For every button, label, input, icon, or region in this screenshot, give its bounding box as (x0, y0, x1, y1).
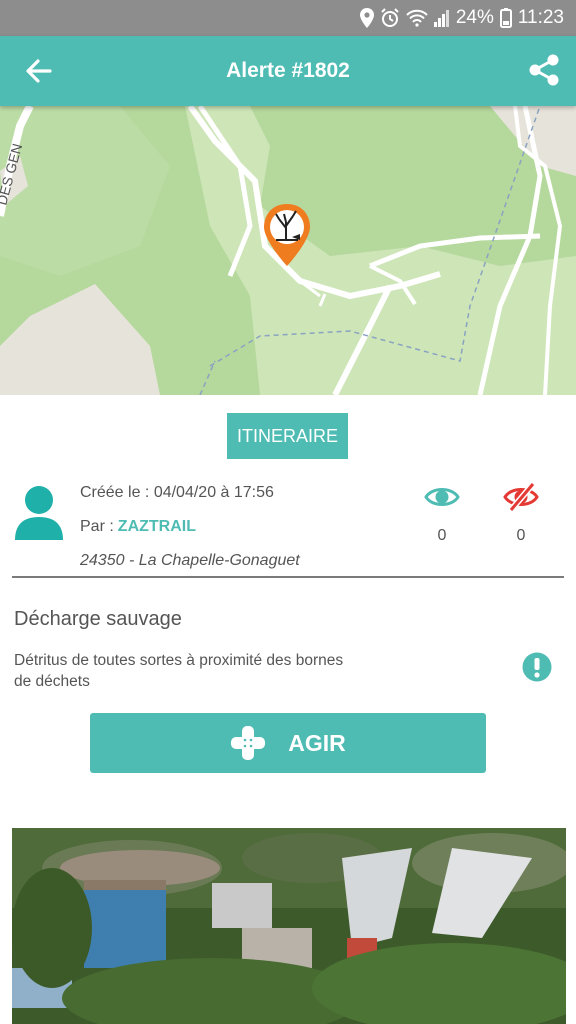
agir-label: AGIR (288, 729, 346, 756)
map-view[interactable]: DES GEN (0, 106, 576, 395)
status-bar: 24% 11:23 (0, 0, 576, 36)
alarm-icon (381, 8, 399, 27)
eye-off-icon[interactable] (503, 482, 539, 512)
arrow-left-icon[interactable] (22, 54, 56, 88)
author-name[interactable]: ZAZTRAIL (118, 518, 196, 536)
status-time: 11:23 (517, 7, 564, 28)
user-avatar-icon (15, 486, 63, 540)
created-date: Créée le : 04/04/20 à 17:56 (80, 484, 274, 501)
alert-meta: Créée le : 04/04/20 à 17:56 Par : ZAZTRA… (80, 476, 300, 578)
divider (12, 576, 564, 578)
alert-description: Détritus de toutes sortes à proximité de… (14, 652, 344, 690)
location-text: 24350 - La Chapelle-Gonaguet (80, 552, 300, 569)
share-icon[interactable] (526, 52, 562, 88)
battery-percent: 24% (455, 7, 494, 28)
seen-count: 0 (437, 527, 447, 544)
signal-icon (433, 10, 449, 27)
alert-photo[interactable] (12, 828, 566, 1024)
app-bar: Alerte #1802 (0, 36, 576, 106)
author-label: Par : (80, 518, 114, 535)
eye-icon[interactable] (424, 482, 460, 512)
bandage-plus-icon (231, 726, 266, 760)
author-line: Par : ZAZTRAIL (80, 510, 300, 544)
wifi-icon (406, 9, 428, 27)
agir-button[interactable]: AGIR (90, 713, 486, 773)
alert-title: Décharge sauvage (14, 608, 182, 630)
location-icon (359, 8, 374, 28)
page-title: Alerte #1802 (226, 59, 350, 82)
battery-icon (499, 8, 512, 28)
unseen-count: 0 (516, 527, 526, 544)
itinerary-button[interactable]: ITINERAIRE (227, 413, 348, 459)
exclamation-icon[interactable] (522, 652, 552, 682)
